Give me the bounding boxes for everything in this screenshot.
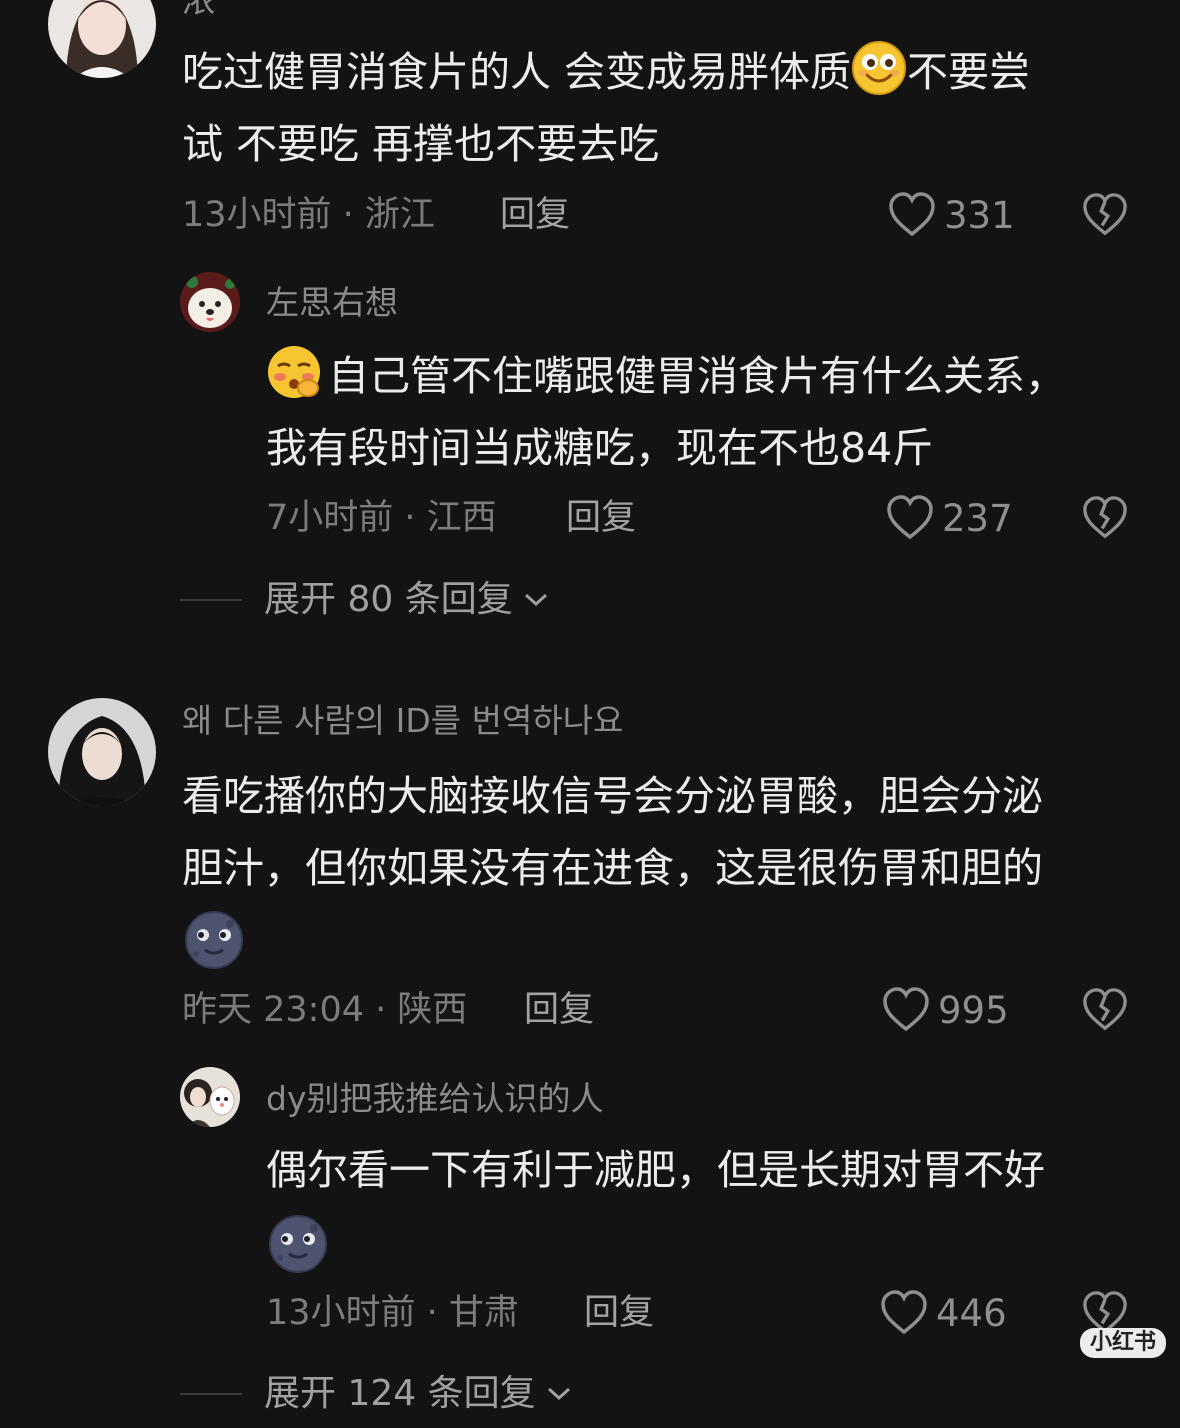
new-moon-face-emoji-icon	[268, 1214, 328, 1274]
comment-text-part: 吃过健胃消食片的人 会变成易胖体质	[182, 48, 852, 96]
chevron-down-icon	[547, 1387, 570, 1401]
comment-text-line: 试 不要吃 再撑也不要去吃	[182, 120, 660, 168]
broken-heart-icon	[1083, 496, 1127, 539]
smiling-face-emoji-icon	[851, 40, 907, 96]
heart-outline-icon	[881, 1290, 927, 1335]
comment-meta: 7小时前 · 江西	[266, 498, 497, 538]
broken-heart-icon	[1083, 193, 1127, 236]
heart-outline-icon	[889, 192, 935, 237]
dislike-button[interactable]	[1082, 495, 1128, 541]
like-count: 995	[938, 988, 1009, 1032]
avatar[interactable]	[180, 1067, 240, 1127]
heart-outline-icon	[883, 987, 929, 1032]
blushing-face-emoji-icon	[266, 344, 322, 400]
expand-label: 展开 80 条回复	[264, 579, 513, 620]
reply-text-line: 偶尔看一下有利于减肥，但是长期对胃不好	[266, 1146, 1045, 1194]
new-moon-face-emoji-icon	[184, 910, 244, 970]
expand-label: 展开 124 条回复	[264, 1373, 536, 1414]
like-count: 237	[942, 496, 1013, 540]
divider-line	[180, 1393, 242, 1395]
username[interactable]: 左思右想	[266, 286, 398, 319]
reply-button[interactable]: 回复	[584, 1296, 654, 1331]
reply-text-line: 我有段时间当成糖吃，现在不也84斤	[266, 424, 934, 472]
avatar[interactable]	[48, 0, 156, 78]
comment-text-line: 看吃播你的大脑接收信号会分泌胃酸，胆会分泌	[182, 772, 1043, 820]
dislike-button[interactable]	[1082, 192, 1128, 238]
reply-button[interactable]: 回复	[566, 501, 636, 536]
comment-text: 吃过健胃消食片的人 会变成易胖体质 不要尝	[182, 36, 1030, 108]
avatar[interactable]	[180, 272, 240, 332]
heart-outline-icon	[887, 495, 933, 540]
username[interactable]: 浓	[182, 0, 215, 17]
avatar[interactable]	[48, 698, 156, 806]
expand-replies-button[interactable]: 展开 80 条回复	[180, 582, 549, 618]
comment-text-part: 不要尝	[907, 48, 1031, 96]
reply-button[interactable]: 回复	[500, 198, 570, 233]
broken-heart-icon	[1083, 988, 1127, 1031]
divider-line	[180, 599, 242, 601]
comment-meta: 13小时前 · 浙江	[182, 195, 435, 235]
username[interactable]: 왜 다른 사람의 ID를 번역하나요	[182, 704, 623, 737]
reply-text: 自己管不住嘴跟健胃消食片有什么关系，	[266, 340, 1066, 412]
chevron-down-icon	[524, 593, 547, 607]
comment-text-line: 胆汁，但你如果没有在进食，这是很伤胃和胆的	[182, 844, 1043, 892]
like-count: 446	[936, 1291, 1007, 1335]
like-button[interactable]: 331	[888, 192, 1015, 238]
like-button[interactable]: 237	[886, 495, 1013, 541]
expand-replies-button[interactable]: 展开 124 条回复	[180, 1376, 572, 1412]
comment-meta: 昨天 23:04 · 陕西	[182, 990, 468, 1030]
like-button[interactable]: 446	[880, 1290, 1007, 1336]
reply-text-part: 自己管不住嘴跟健胃消食片有什么关系，	[328, 352, 1066, 400]
like-count: 331	[944, 193, 1015, 237]
comment-meta: 13小时前 · 甘肃	[266, 1293, 519, 1333]
like-button[interactable]: 995	[882, 987, 1009, 1033]
dislike-button[interactable]	[1082, 987, 1128, 1033]
reply-button[interactable]: 回复	[524, 993, 594, 1028]
username[interactable]: dy别把我推给认识的人	[266, 1082, 603, 1115]
watermark-logo: 小红书	[1080, 1328, 1167, 1358]
